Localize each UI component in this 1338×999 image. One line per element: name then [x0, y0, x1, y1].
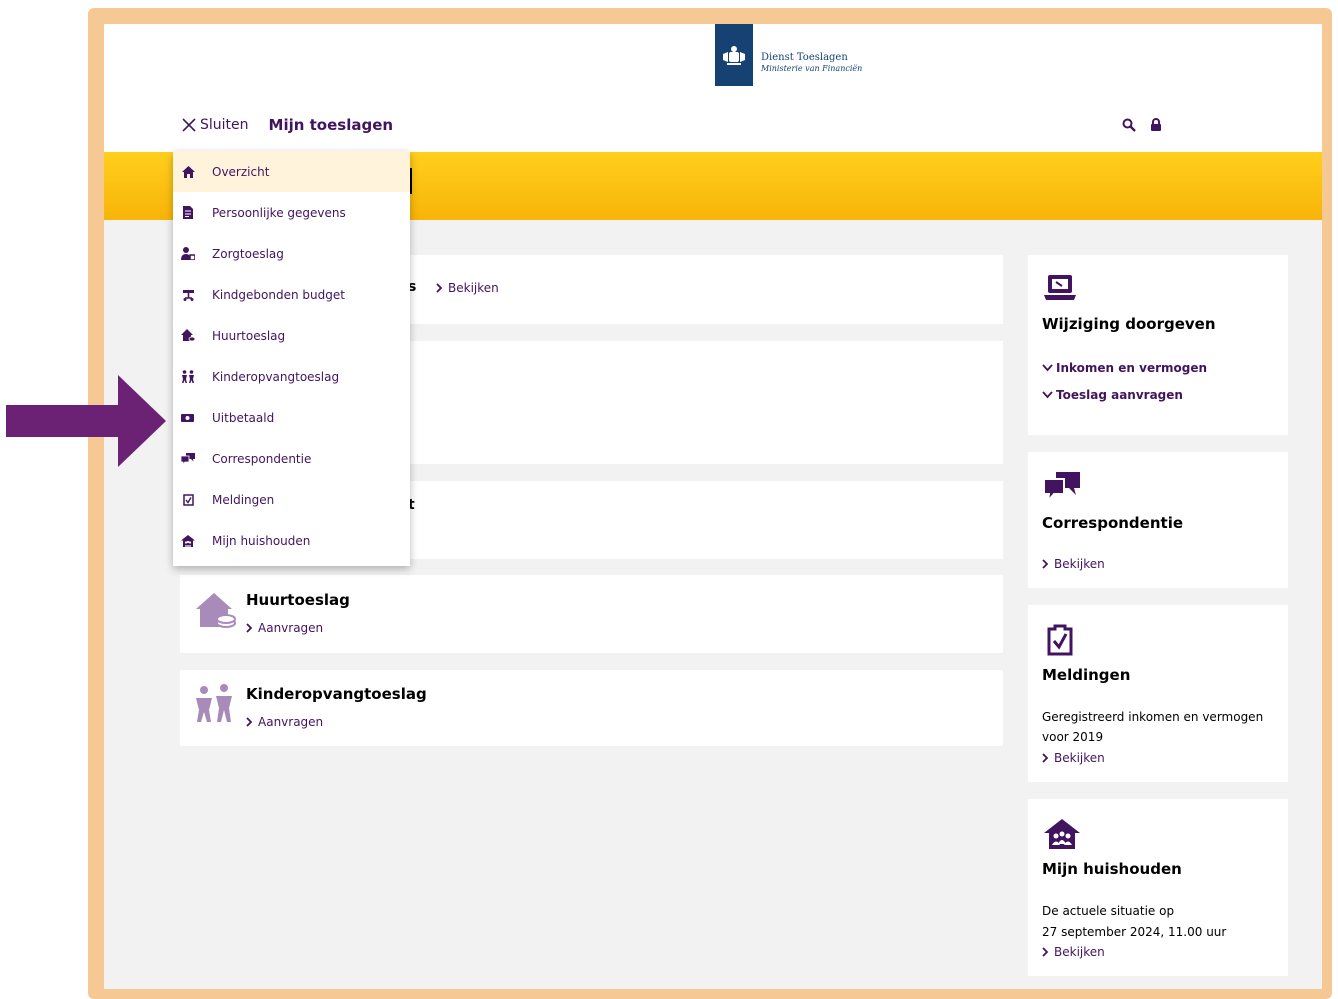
menu-item-huurtoeslag[interactable]: Huurtoeslag [173, 315, 410, 356]
meldingen-title: Meldingen [1042, 666, 1131, 684]
chevron-right-icon [436, 283, 442, 293]
lock-icon[interactable] [1150, 118, 1162, 132]
laptop-icon [1044, 275, 1076, 300]
chevron-down-icon [1042, 391, 1053, 399]
mijn-huishouden-card: Mijn huishouden De actuele situatie op 2… [1028, 799, 1288, 976]
children-icon [196, 684, 232, 722]
huishouden-text-2: 27 september 2024, 11.00 uur [1042, 925, 1227, 939]
huishouden-bekijken-link[interactable]: Bekijken [1042, 945, 1105, 959]
wijziging-doorgeven-card: Wijziging doorgeven Inkomen en vermogen … [1028, 255, 1288, 435]
menu-item-zorgtoeslag[interactable]: Zorgtoeslag [173, 233, 410, 274]
kinderopvangtoeslag-card: Kinderopvangtoeslag Aanvragen [180, 670, 1003, 746]
document-icon [181, 206, 195, 220]
chevron-right-icon [1042, 753, 1048, 763]
checklist-icon [1047, 624, 1073, 656]
correspondentie-title: Correspondentie [1042, 514, 1184, 532]
site-header: Dienst Toeslagen Ministerie van Financië… [104, 24, 1322, 152]
chevron-down-icon [1042, 364, 1053, 372]
meldingen-bekijken-link[interactable]: Bekijken [1042, 751, 1105, 765]
logo-line-1: Dienst Toeslagen [761, 52, 848, 63]
huishouden-text-1: De actuele situatie op [1042, 904, 1175, 918]
header-icons [1122, 118, 1162, 132]
stroller-icon [181, 288, 195, 302]
menu-label: Meldingen [212, 492, 275, 507]
speech-bubbles-icon [1043, 472, 1080, 504]
search-icon[interactable] [1122, 118, 1136, 132]
menu-item-persoonlijke-gegevens[interactable]: Persoonlijke gegevens [173, 192, 410, 233]
inkomen-en-vermogen-link[interactable]: Inkomen en vermogen [1042, 361, 1207, 375]
close-menu-label: Sluiten [200, 117, 249, 133]
toeslag-aanvragen-link[interactable]: Toeslag aanvragen [1042, 388, 1183, 402]
chevron-right-icon [1042, 947, 1048, 957]
payment-icon [181, 411, 195, 425]
correspondentie-card: Correspondentie Bekijken [1028, 452, 1288, 588]
correspondentie-bekijken-link[interactable]: Bekijken [1042, 557, 1105, 571]
menu-label: Huurtoeslag [212, 328, 286, 343]
logo-line-2: Ministerie van Financiën [761, 64, 863, 73]
menu-label: Mijn huishouden [212, 533, 311, 548]
speech-bubbles-icon [181, 452, 195, 466]
huurtoeslag-title: Huurtoeslag [246, 591, 350, 609]
close-icon [182, 118, 196, 132]
household-icon [1044, 819, 1080, 849]
menu-label: Uitbetaald [212, 410, 275, 425]
close-menu-button[interactable]: Sluiten [182, 117, 249, 133]
menu-label: Kindgebonden budget [212, 287, 345, 302]
house-coins-icon [181, 329, 195, 343]
menu-label: Persoonlijke gegevens [212, 205, 346, 220]
menu-item-kinderopvangtoeslag[interactable]: Kinderopvangtoeslag [173, 356, 410, 397]
mijn-toeslagen-title[interactable]: Mijn toeslagen [269, 116, 394, 134]
card1-bekijken-link[interactable]: Bekijken [436, 281, 499, 295]
checklist-icon [181, 493, 195, 507]
menu-item-uitbetaald[interactable]: Uitbetaald [173, 397, 410, 438]
coat-of-arms-icon [715, 24, 753, 86]
chevron-right-icon [246, 717, 252, 727]
menu-label: Kinderopvangtoeslag [212, 369, 340, 384]
meldingen-text-1: Geregistreerd inkomen en vermogen [1042, 710, 1264, 724]
meldingen-text-2: voor 2019 [1042, 730, 1104, 744]
menu-label: Overzicht [212, 164, 270, 179]
huurtoeslag-card: Huurtoeslag Aanvragen [180, 575, 1003, 653]
household-icon [181, 534, 195, 548]
menu-item-kindgebonden-budget[interactable]: Kindgebonden budget [173, 274, 410, 315]
person-care-icon [181, 247, 195, 261]
menu-item-meldingen[interactable]: Meldingen [173, 479, 410, 520]
annotation-arrow-icon [6, 375, 166, 467]
rijksoverheid-logo[interactable]: Dienst Toeslagen Ministerie van Financië… [715, 24, 862, 86]
wijziging-doorgeven-title: Wijziging doorgeven [1042, 315, 1216, 333]
menu-label: Zorgtoeslag [212, 246, 284, 261]
menu-label: Correspondentie [212, 451, 312, 466]
menu-item-mijn-huishouden[interactable]: Mijn huishouden [173, 520, 410, 561]
menu-item-correspondentie[interactable]: Correspondentie [173, 438, 410, 479]
kinderopvangtoeslag-title: Kinderopvangtoeslag [246, 685, 427, 703]
chevron-right-icon [246, 623, 252, 633]
navigation-dropdown-menu: Overzicht Persoonlijke gegevens Zorgtoes… [173, 151, 410, 566]
top-nav: Sluiten Mijn toeslagen [182, 116, 393, 134]
home-icon [181, 165, 195, 179]
menu-item-overzicht[interactable]: Overzicht [173, 151, 410, 192]
children-icon [181, 370, 195, 384]
chevron-right-icon [1042, 559, 1048, 569]
mijn-huishouden-title: Mijn huishouden [1042, 860, 1182, 878]
kinderopvangtoeslag-aanvragen-link[interactable]: Aanvragen [246, 715, 323, 729]
house-coins-icon [196, 593, 236, 628]
meldingen-card: Meldingen Geregistreerd inkomen en vermo… [1028, 605, 1288, 782]
huurtoeslag-aanvragen-link[interactable]: Aanvragen [246, 621, 323, 635]
